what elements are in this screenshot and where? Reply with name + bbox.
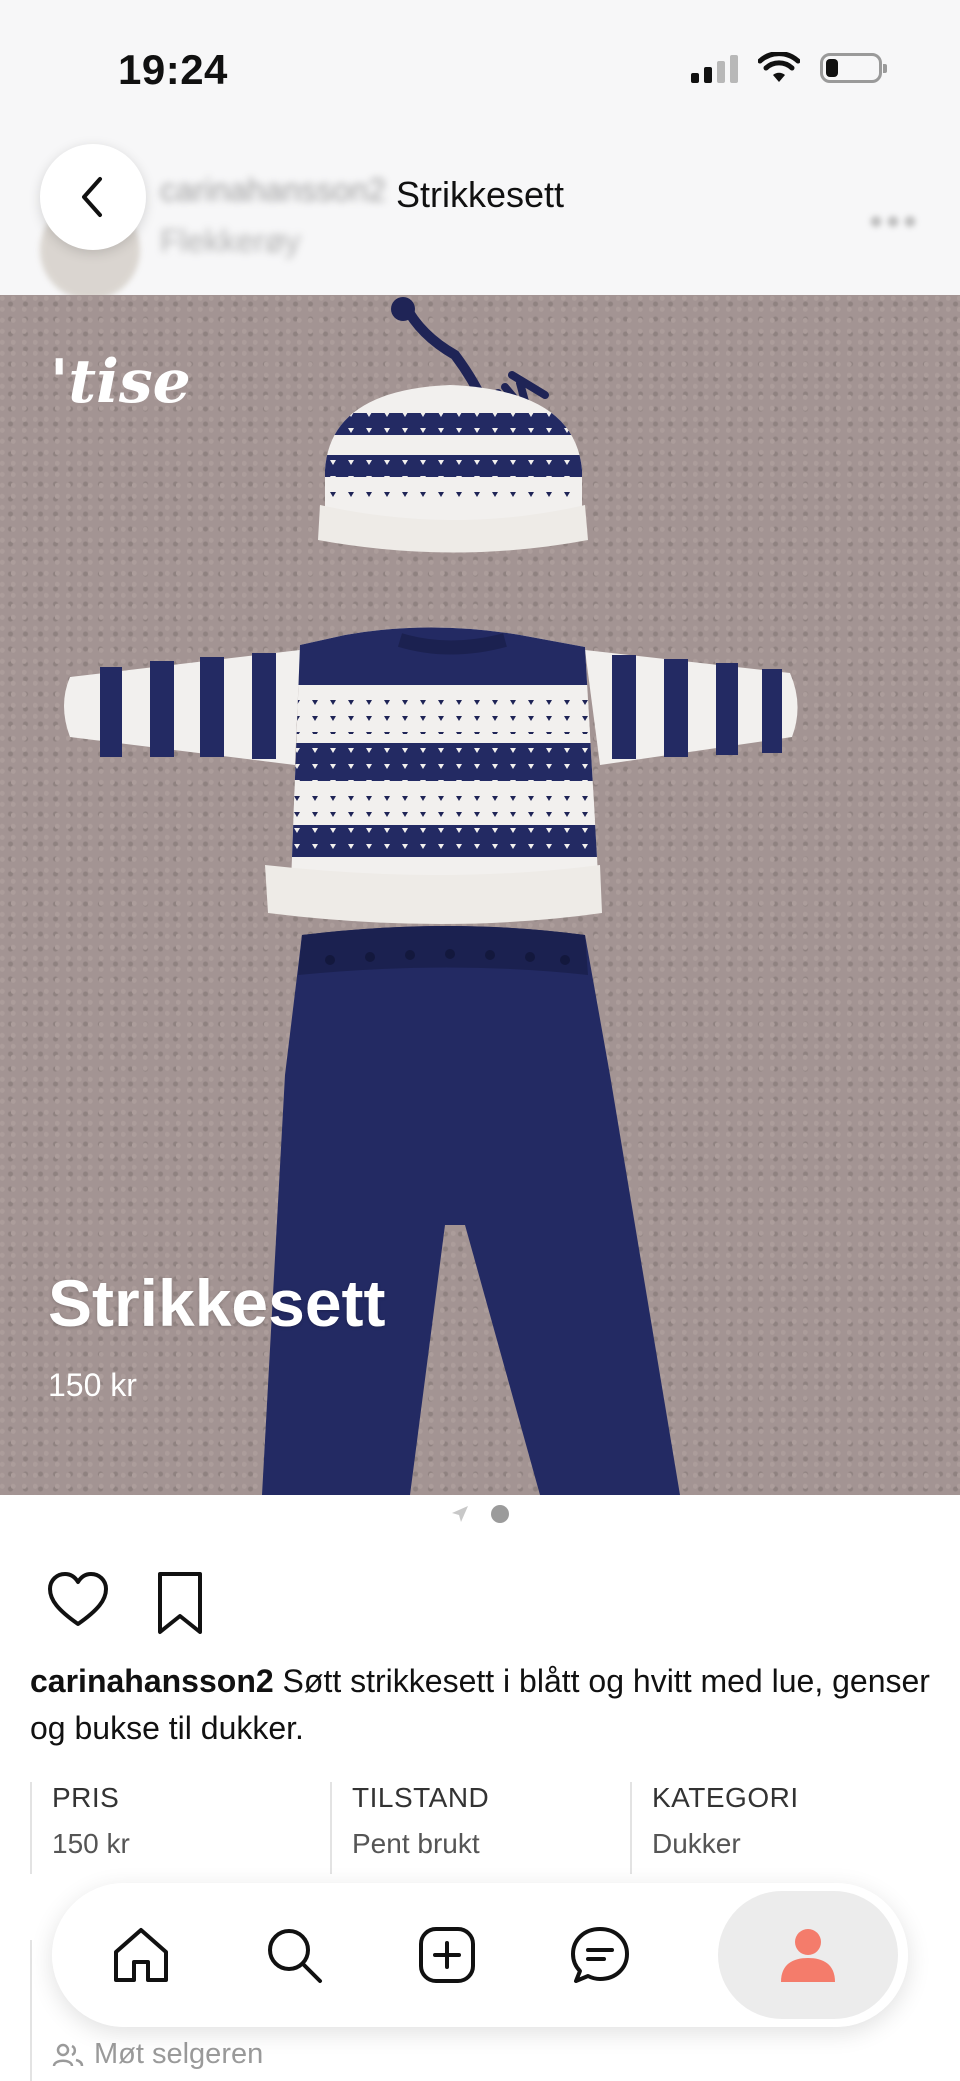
listing-title: Strikkesett — [48, 1266, 386, 1340]
home-icon — [114, 1928, 168, 1982]
nav-messages[interactable] — [565, 1920, 635, 1990]
search-icon — [268, 1929, 322, 1983]
profile-icon — [781, 1929, 835, 1982]
battery-icon — [820, 53, 887, 83]
nav-home[interactable] — [106, 1920, 176, 1990]
bookmark-icon[interactable] — [152, 1570, 208, 1636]
detail-value: Dukker — [652, 1828, 741, 1859]
status-icons — [691, 52, 887, 84]
listing-description: carinahansson2 Søtt strikkesett i blått … — [30, 1658, 930, 1752]
header-seller-location: Flekkerøy — [160, 223, 301, 259]
detail-condition: TILSTAND Pent brukt — [330, 1782, 630, 1874]
pager-dot-active[interactable] — [491, 1505, 509, 1523]
description-username[interactable]: carinahansson2 — [30, 1663, 274, 1699]
nav-search[interactable] — [259, 1920, 329, 1990]
detail-value: Pent brukt — [352, 1828, 480, 1859]
messages-icon — [571, 1927, 629, 1983]
bottom-navigation — [52, 1883, 908, 2027]
image-pager — [0, 1505, 960, 1523]
status-time: 19:24 — [118, 46, 228, 93]
detail-price: PRIS 150 kr — [30, 1782, 330, 1874]
product-image[interactable]: 'tise Strikkesett 150 kr — [0, 295, 960, 1495]
listing-price: 150 kr — [48, 1367, 137, 1403]
listing-details: PRIS 150 kr TILSTAND Pent brukt KATEGORI… — [30, 1782, 930, 1874]
detail-category[interactable]: KATEGORI Dukker — [630, 1782, 930, 1874]
header: carinahansson2 Flekkerøy ••• Strikkesett — [0, 140, 960, 300]
page-title: Strikkesett — [395, 174, 565, 215]
heart-icon[interactable] — [46, 1570, 110, 1630]
add-icon — [419, 1927, 475, 1983]
location-arrow-icon — [452, 1506, 468, 1522]
detail-value: 150 kr — [52, 1828, 130, 1859]
signal-icon — [691, 53, 738, 83]
wifi-icon — [758, 52, 800, 82]
detail-label: KATEGORI — [652, 1782, 799, 1813]
tise-logo: 'tise — [50, 347, 191, 417]
meet-seller-label: Møt selgeren — [94, 2038, 264, 2070]
nav-profile[interactable] — [718, 1891, 898, 2019]
detail-label: PRIS — [52, 1782, 120, 1813]
nav-add[interactable] — [412, 1920, 482, 1990]
status-bar: 19:24 — [0, 0, 960, 140]
detail-label: TILSTAND — [352, 1782, 490, 1813]
meet-seller-link[interactable]: Møt selgeren — [52, 2038, 263, 2071]
users-icon — [52, 2043, 84, 2066]
